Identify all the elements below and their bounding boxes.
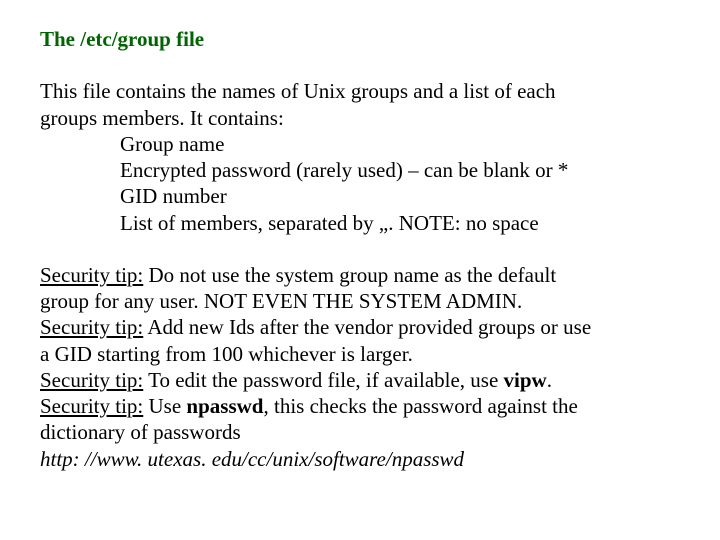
tip-label: Security tip:	[40, 394, 143, 418]
tip-label: Security tip:	[40, 315, 143, 339]
tip-label: Security tip:	[40, 368, 143, 392]
intro-paragraph: This file contains the names of Unix gro…	[40, 78, 680, 236]
tip-line: Security tip: Use npasswd, this checks t…	[40, 393, 680, 419]
tip-text: Use	[143, 394, 186, 418]
tip-text: Add new Ids after the vendor provided gr…	[143, 315, 591, 339]
tip-line: group for any user. NOT EVEN THE SYSTEM …	[40, 288, 680, 314]
field-item: GID number	[40, 183, 680, 209]
command-name: npasswd	[186, 394, 263, 418]
tip-text: To edit the password file, if available,…	[143, 368, 503, 392]
security-tips: Security tip: Do not use the system grou…	[40, 262, 680, 472]
tip-text: , this checks the password against the	[263, 394, 577, 418]
document-page: The /etc/group file This file contains t…	[0, 0, 720, 472]
url-line: http: //www. utexas. edu/cc/unix/softwar…	[40, 446, 680, 472]
tip-line: Security tip: Add new Ids after the vend…	[40, 314, 680, 340]
tip-text: .	[547, 368, 552, 392]
tip-line: dictionary of passwords	[40, 419, 680, 445]
tip-text: Do not use the system group name as the …	[143, 263, 556, 287]
tip-line: a GID starting from 100 whichever is lar…	[40, 341, 680, 367]
tip-line: Security tip: To edit the password file,…	[40, 367, 680, 393]
field-item: Encrypted password (rarely used) – can b…	[40, 157, 680, 183]
page-heading: The /etc/group file	[40, 26, 680, 52]
intro-line: groups members. It contains:	[40, 105, 680, 131]
command-name: vipw	[504, 368, 547, 392]
tip-label: Security tip:	[40, 263, 143, 287]
field-item: List of members, separated by „. NOTE: n…	[40, 210, 680, 236]
tip-line: Security tip: Do not use the system grou…	[40, 262, 680, 288]
intro-line: This file contains the names of Unix gro…	[40, 78, 680, 104]
field-item: Group name	[40, 131, 680, 157]
